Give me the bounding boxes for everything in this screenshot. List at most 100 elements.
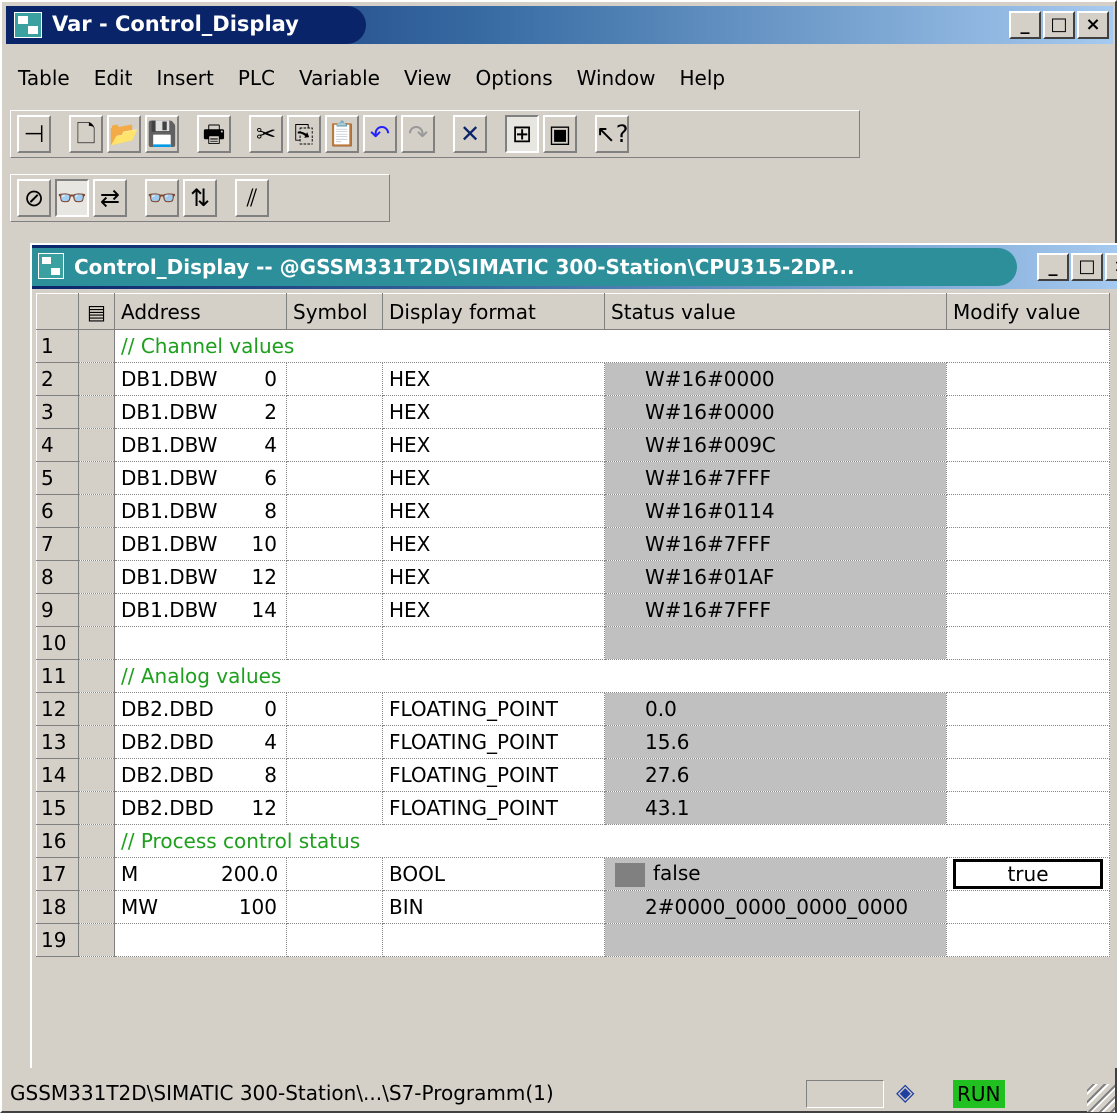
display-format-cell[interactable]: [382, 626, 605, 660]
status-value-header[interactable]: Status value: [604, 293, 947, 330]
address-cell[interactable]: [114, 923, 287, 957]
display-format-cell[interactable]: FLOATING_POINT: [382, 692, 605, 726]
display-format-cell[interactable]: HEX: [382, 428, 605, 462]
address-header[interactable]: Address: [114, 293, 287, 330]
table-row[interactable]: 19: [36, 923, 1110, 957]
modify-value-cell[interactable]: [946, 923, 1110, 957]
modify-value-cell[interactable]: [946, 725, 1110, 759]
display-format-cell[interactable]: HEX: [382, 362, 605, 396]
modify-value-cell[interactable]: [946, 494, 1110, 528]
modify-value-cell[interactable]: [946, 395, 1110, 429]
table-row[interactable]: 3 DB1.DBW 2 HEX W#16#0000: [36, 395, 1110, 429]
modify-value-cell[interactable]: [946, 692, 1110, 726]
address-cell[interactable]: DB1.DBW 0: [114, 362, 287, 396]
address-cell[interactable]: MW 100: [114, 890, 287, 924]
new-document-icon[interactable]: 🗋: [69, 115, 103, 153]
save-icon[interactable]: 💾: [145, 115, 179, 153]
symbol-cell[interactable]: [286, 791, 383, 825]
table-row[interactable]: 2 DB1.DBW 0 HEX W#16#0000: [36, 362, 1110, 396]
menu-variable[interactable]: Variable: [287, 60, 392, 96]
address-cell[interactable]: DB1.DBW 2: [114, 395, 287, 429]
menu-options[interactable]: Options: [463, 60, 564, 96]
table-row[interactable]: 13 DB2.DBD 4 FLOATING_POINT 15.6: [36, 725, 1110, 759]
update-monitor-values-icon[interactable]: 👓: [145, 179, 179, 217]
open-folder-icon[interactable]: 📂: [107, 115, 141, 153]
display-format-cell[interactable]: HEX: [382, 461, 605, 495]
resize-grip[interactable]: [1087, 1084, 1115, 1112]
menu-window[interactable]: Window: [565, 60, 668, 96]
modify-variable-icon[interactable]: ⇄: [93, 179, 127, 217]
modify-value-header[interactable]: Modify value: [946, 293, 1110, 330]
symbol-cell[interactable]: [286, 461, 383, 495]
comment-line[interactable]: // Process control status: [114, 824, 1110, 858]
symbol-cell[interactable]: [286, 395, 383, 429]
print-icon[interactable]: 🖶: [197, 115, 231, 153]
address-cell[interactable]: DB2.DBD 8: [114, 758, 287, 792]
modify-value-cell[interactable]: [946, 626, 1110, 660]
child-minimize-button[interactable]: _: [1037, 253, 1069, 281]
activate-modify-values-icon[interactable]: ⇅: [183, 179, 217, 217]
child-close-button[interactable]: ×: [1105, 253, 1117, 281]
symbol-header[interactable]: Symbol: [286, 293, 383, 330]
table-row[interactable]: 6 DB1.DBW 8 HEX W#16#0114: [36, 494, 1110, 528]
address-cell[interactable]: DB1.DBW 10: [114, 527, 287, 561]
modify-value-cell[interactable]: [946, 758, 1110, 792]
address-cell[interactable]: DB1.DBW 12: [114, 560, 287, 594]
comment-line[interactable]: // Channel values: [114, 329, 1110, 363]
display-format-cell[interactable]: [382, 923, 605, 957]
modify-value-cell[interactable]: [946, 428, 1110, 462]
display-format-cell[interactable]: FLOATING_POINT: [382, 791, 605, 825]
child-title-bar[interactable]: Control_Display -- @GSSM331T2D\SIMATIC 3…: [32, 245, 1117, 289]
table-row[interactable]: 5 DB1.DBW 6 HEX W#16#7FFF: [36, 461, 1110, 495]
close-button[interactable]: ×: [1077, 11, 1109, 39]
display-format-cell[interactable]: HEX: [382, 527, 605, 561]
menu-insert[interactable]: Insert: [144, 60, 225, 96]
paste-icon[interactable]: 📋: [325, 115, 359, 153]
delete-icon[interactable]: ✕: [453, 115, 487, 153]
display-format-cell[interactable]: FLOATING_POINT: [382, 758, 605, 792]
display-format-cell[interactable]: HEX: [382, 395, 605, 429]
modify-value-cell[interactable]: [946, 593, 1110, 627]
menu-help[interactable]: Help: [667, 60, 737, 96]
symbol-cell[interactable]: [286, 758, 383, 792]
modify-value-input[interactable]: true: [953, 859, 1103, 889]
cut-icon[interactable]: ✂: [249, 115, 283, 153]
table-row[interactable]: 16 // Process control status: [36, 824, 1110, 858]
table-row[interactable]: 11 // Analog values: [36, 659, 1110, 693]
table-row[interactable]: 15 DB2.DBD 12 FLOATING_POINT 43.1: [36, 791, 1110, 825]
symbol-cell[interactable]: [286, 362, 383, 396]
copy-icon[interactable]: ⎘: [287, 115, 321, 153]
simatic-app-icon[interactable]: [14, 12, 42, 38]
modify-value-cell[interactable]: [946, 890, 1110, 924]
redo-icon[interactable]: ↷: [401, 115, 435, 153]
plc-module-icon[interactable]: ▣: [543, 115, 577, 153]
address-cell[interactable]: [114, 626, 287, 660]
address-cell[interactable]: DB1.DBW 6: [114, 461, 287, 495]
table-row[interactable]: 17 M 200.0 BOOL false true: [36, 857, 1110, 891]
symbol-cell[interactable]: [286, 593, 383, 627]
modify-value-cell[interactable]: [946, 560, 1110, 594]
display-format-cell[interactable]: FLOATING_POINT: [382, 725, 605, 759]
enable-peripheral-outputs-icon[interactable]: ⫽: [235, 179, 269, 217]
modify-value-cell[interactable]: [946, 461, 1110, 495]
display-format-header[interactable]: Display format: [382, 293, 605, 330]
address-cell[interactable]: DB1.DBW 8: [114, 494, 287, 528]
modify-value-cell[interactable]: [946, 791, 1110, 825]
display-format-cell[interactable]: HEX: [382, 494, 605, 528]
table-row[interactable]: 4 DB1.DBW 4 HEX W#16#009C: [36, 428, 1110, 462]
symbol-cell[interactable]: [286, 527, 383, 561]
diagnostic-icon[interactable]: ◈: [896, 1078, 914, 1106]
context-help-icon[interactable]: ↖?: [595, 115, 629, 153]
window-title-bar[interactable]: Var - Control_Display _ □ ×: [6, 6, 1113, 44]
menu-edit[interactable]: Edit: [82, 60, 145, 96]
table-row[interactable]: 10: [36, 626, 1110, 660]
menu-table[interactable]: Table: [6, 60, 82, 96]
address-cell[interactable]: DB2.DBD 4: [114, 725, 287, 759]
modify-value-cell[interactable]: [946, 362, 1110, 396]
symbol-cell[interactable]: [286, 692, 383, 726]
symbol-cell[interactable]: [286, 626, 383, 660]
display-format-cell[interactable]: HEX: [382, 560, 605, 594]
table-row[interactable]: 12 DB2.DBD 0 FLOATING_POINT 0.0: [36, 692, 1110, 726]
minimize-button[interactable]: _: [1009, 11, 1041, 39]
pin-icon[interactable]: ⊣: [17, 115, 51, 153]
